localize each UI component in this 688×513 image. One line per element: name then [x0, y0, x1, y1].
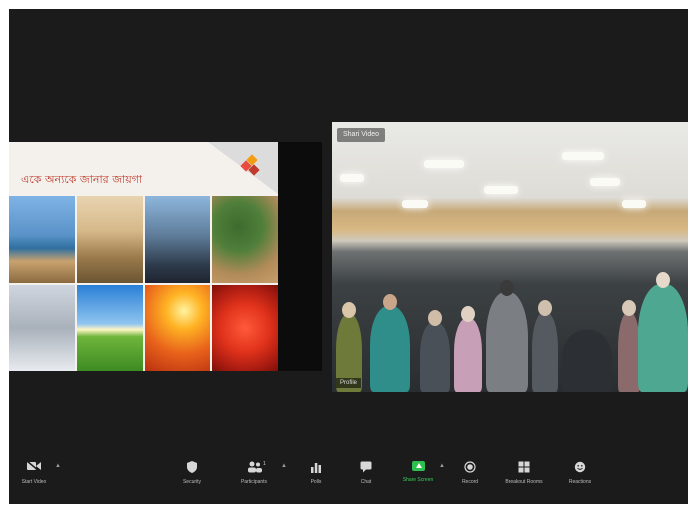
- reactions-button[interactable]: Reactions: [557, 449, 603, 499]
- ceiling-light: [622, 200, 646, 208]
- share-screen-button[interactable]: Share Screen: [395, 449, 441, 499]
- participant-figure: [618, 312, 640, 392]
- participants-icon: [247, 461, 262, 473]
- participants-options-caret[interactable]: ▲: [281, 463, 287, 469]
- ceiling-light: [562, 152, 604, 160]
- meeting-toolbar: Start Video ▲ Security Participants 1 ▲ …: [9, 449, 688, 499]
- participant-name-label: Profile: [336, 378, 362, 388]
- participant-figure: [370, 306, 410, 392]
- photo-city-skyline: [144, 196, 211, 283]
- participant-head: [538, 300, 552, 316]
- security-label: Security: [182, 479, 202, 485]
- slide-photo-grid: [9, 196, 278, 371]
- participant-video-tile[interactable]: Shari Video Profile: [332, 122, 688, 392]
- ceiling-light: [340, 174, 364, 182]
- video-name-chip: Shari Video: [337, 128, 386, 142]
- participant-head: [656, 272, 670, 288]
- shield-icon: [185, 461, 199, 473]
- ceiling-light: [402, 200, 428, 208]
- chat-label: Chat: [360, 479, 372, 485]
- slide-header: একে অন্যকে জানার জায়গা: [9, 142, 278, 194]
- participant-figure: [532, 312, 558, 392]
- share-screen-label: Share Screen: [402, 477, 434, 483]
- record-icon: [463, 461, 477, 473]
- participants-count: 1: [263, 461, 266, 467]
- start-video-label: Start Video: [21, 479, 47, 485]
- photo-green-field-sun: [76, 284, 143, 371]
- ceiling-light: [590, 178, 620, 186]
- chairs: [562, 330, 612, 392]
- polls-label: Polls: [310, 479, 322, 485]
- participant-figure: [638, 284, 688, 392]
- record-button[interactable]: Record: [447, 449, 493, 499]
- ceiling-light: [484, 186, 518, 194]
- start-video-button[interactable]: Start Video: [11, 449, 57, 499]
- breakout-rooms-button[interactable]: Breakout Rooms: [501, 449, 547, 499]
- photo-snow-winter: [9, 284, 75, 371]
- breakout-rooms-icon: [517, 461, 531, 473]
- participant-figure: [420, 322, 450, 392]
- photo-red-leaves: [212, 284, 278, 371]
- slide-title: একে অন্যকে জানার জায়গা: [21, 173, 143, 186]
- participant-head: [622, 300, 636, 316]
- polls-button[interactable]: Polls: [293, 449, 339, 499]
- participant-figure: [486, 292, 528, 392]
- shared-screen-tile[interactable]: একে অন্যকে জানার জায়গা: [9, 142, 322, 371]
- participant-head: [500, 280, 514, 296]
- participants-button[interactable]: Participants: [231, 449, 277, 499]
- security-button[interactable]: Security: [169, 449, 215, 499]
- record-label: Record: [461, 479, 479, 485]
- chat-button[interactable]: Chat: [343, 449, 389, 499]
- slide-logo-icon: [240, 154, 260, 176]
- breakout-rooms-label: Breakout Rooms: [505, 479, 543, 485]
- participants-label: Participants: [240, 479, 268, 485]
- photo-forest-hut: [212, 196, 278, 283]
- participant-figure: [454, 318, 482, 392]
- video-options-caret[interactable]: ▲: [55, 463, 61, 469]
- video-camera-icon: [26, 460, 41, 473]
- participant-head: [461, 306, 475, 322]
- share-screen-icon: [411, 461, 425, 471]
- photo-dry-land: [76, 196, 143, 283]
- participant-head: [342, 302, 356, 318]
- participant-head: [428, 310, 442, 326]
- share-options-caret[interactable]: ▲: [439, 463, 445, 469]
- smiley-icon: [573, 461, 587, 473]
- participant-head: [383, 294, 397, 310]
- reactions-label: Reactions: [568, 479, 592, 485]
- chat-bubble-icon: [359, 461, 373, 473]
- bar-chart-icon: [309, 461, 323, 473]
- zoom-meeting-window: একে অন্যকে জানার জায়গা Shari Video Prof…: [9, 9, 688, 504]
- photo-lake-shore: [9, 196, 75, 283]
- presentation-slide: একে অন্যকে জানার জায়গা: [9, 142, 278, 371]
- photo-thermometer-heat: [144, 284, 211, 371]
- ceiling-light: [424, 160, 464, 168]
